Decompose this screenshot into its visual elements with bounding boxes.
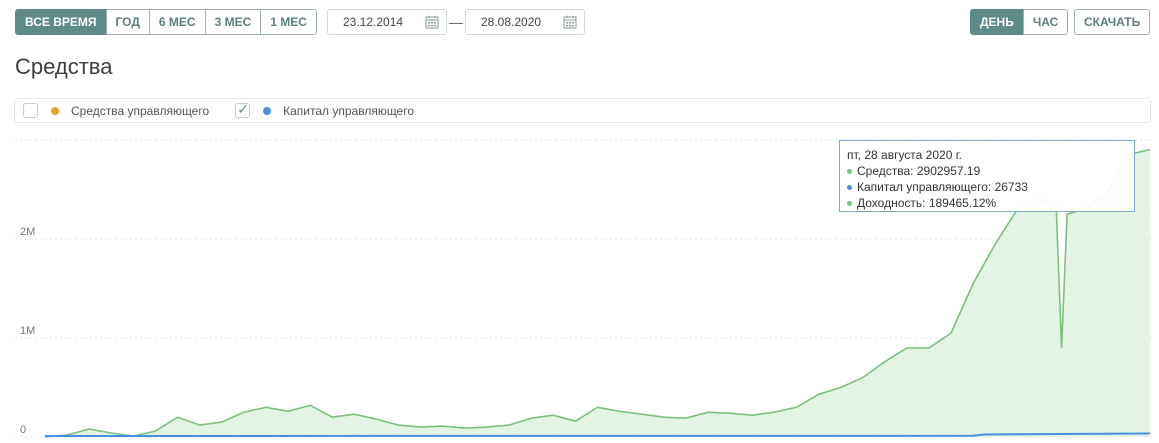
tooltip-row: Капитал управляющего: 26733	[847, 179, 1127, 195]
tooltip-label: Средства	[857, 164, 911, 178]
scale-selector: ДЕНЬ ЧАС	[970, 9, 1069, 35]
legend-checkbox[interactable]: ✓	[235, 101, 251, 118]
y-tick-label: 1M	[20, 325, 35, 337]
period-button[interactable]: 6 МЕС	[148, 9, 206, 35]
tooltip-date: пт, 28 августа 2020 г.	[847, 148, 962, 162]
y-tick-label: 0	[20, 424, 26, 436]
tooltip-dot	[847, 168, 852, 174]
legend-checkbox[interactable]	[23, 103, 38, 118]
legend-item[interactable]: ✓ Капитал управляющего	[235, 101, 415, 118]
date-separator: —	[449, 14, 463, 30]
period-button[interactable]: ГОД	[105, 9, 150, 35]
calendar-icon[interactable]	[563, 15, 577, 29]
tooltip-value: 189465.12%	[928, 196, 997, 210]
scale-button[interactable]: ДЕНЬ	[970, 9, 1024, 35]
tooltip-row: Средства: 2902957.19	[847, 163, 1127, 179]
tooltip-value: 2902957.19	[916, 164, 981, 178]
calendar-icon[interactable]	[425, 15, 439, 29]
toolbar: ВСЕ ВРЕМЯ ГОД 6 МЕС 3 МЕС 1 МЕС 23.12.2014 —…	[15, 9, 1151, 35]
download-button[interactable]: СКАЧАТЬ	[1074, 9, 1151, 35]
tooltip-dot	[847, 184, 852, 190]
legend-label: Средства управляющего	[71, 103, 210, 118]
period-button[interactable]: 1 МЕС	[260, 9, 317, 35]
period-selector: ВСЕ ВРЕМЯ ГОД 6 МЕС 3 МЕС 1 МЕС	[15, 9, 317, 35]
date-to-value: 28.08.2020	[481, 15, 542, 29]
check-icon: ✓	[237, 101, 249, 117]
date-from-value: 23.12.2014	[343, 15, 404, 29]
tooltip-label: Доходность	[857, 196, 923, 210]
tooltip-label: Капитал управляющего	[857, 180, 988, 194]
chart-tooltip: пт, 28 августа 2020 г. Средства: 2902957…	[839, 140, 1135, 212]
date-from-field[interactable]: 23.12.2014	[327, 9, 447, 35]
tooltip-row: Доходность: 189465.12%	[847, 195, 1127, 211]
period-button[interactable]: 3 МЕС	[204, 9, 262, 35]
tooltip-value: 26733	[994, 180, 1028, 194]
period-button[interactable]: ВСЕ ВРЕМЯ	[15, 9, 107, 35]
legend-label: Капитал управляющего	[283, 103, 415, 118]
date-to-field[interactable]: 28.08.2020	[465, 9, 585, 35]
scale-button[interactable]: ЧАС	[1022, 9, 1069, 35]
chart-legend: Средства управляющего ✓ Капитал управляюще…	[14, 98, 1151, 123]
y-tick-label: 2M	[20, 226, 35, 238]
download-group: СКАЧАТЬ	[1074, 9, 1151, 35]
legend-color-dot	[263, 106, 272, 115]
legend-color-dot	[51, 106, 59, 115]
tooltip-dot	[847, 200, 852, 206]
legend-item[interactable]: Средства управляющего	[23, 103, 209, 118]
page-title: Средства	[15, 54, 113, 79]
date-range: 23.12.2014 — 28.08.2020	[327, 9, 585, 35]
